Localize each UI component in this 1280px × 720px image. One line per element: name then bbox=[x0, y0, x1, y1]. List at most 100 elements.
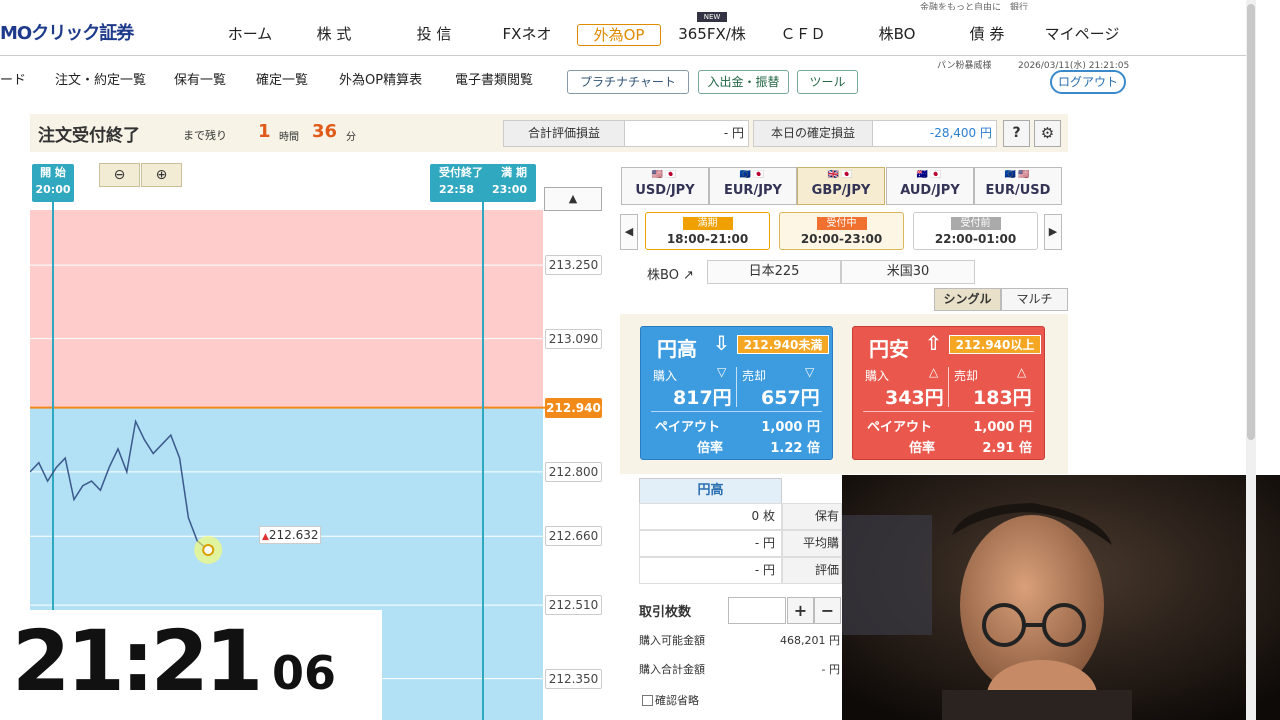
help-button[interactable]: ? bbox=[1003, 120, 1030, 147]
single-mode-button[interactable]: シングル bbox=[934, 288, 1001, 311]
expiry-label: 満 期 bbox=[501, 166, 527, 179]
up-arrow-icon: ⇧ bbox=[925, 331, 942, 355]
nav-365fx[interactable]: 365FX/株 bbox=[672, 12, 752, 56]
position-qty: 0 枚 bbox=[639, 503, 782, 530]
triangle-up-icon: △ bbox=[929, 365, 939, 379]
position-header[interactable]: 円高 bbox=[639, 478, 782, 504]
divider bbox=[736, 367, 737, 407]
webcam-overlay bbox=[842, 475, 1280, 720]
tab-gbpjpy[interactable]: 🇬🇧🇯🇵 GBP/JPY bbox=[797, 167, 885, 205]
y-tick-label: 213.250 bbox=[545, 255, 602, 276]
y-tick-label: 212.510 bbox=[545, 595, 602, 616]
nav-bonds[interactable]: 債 券 bbox=[956, 12, 1018, 56]
low-sell-price[interactable]: 183円 bbox=[973, 383, 1032, 410]
position-avg: - 円 bbox=[639, 530, 782, 557]
nav-cfd[interactable]: ＣＦＤ bbox=[772, 12, 834, 56]
total-value: - 円 bbox=[821, 663, 840, 676]
triangle-down-icon: ▽ bbox=[805, 365, 815, 379]
subnav-documents[interactable]: 電子書類閲覧 bbox=[455, 70, 533, 92]
scrollbar-thumb[interactable] bbox=[1247, 4, 1255, 440]
hours-unit: 時間 bbox=[279, 132, 299, 143]
subnav-orders[interactable]: 注文・約定一覧 bbox=[55, 70, 146, 92]
down-arrow-icon: ⇩ bbox=[713, 331, 730, 355]
nav-stocks[interactable]: 株 式 bbox=[308, 12, 360, 56]
close-expiry-marker: 受付終了 満 期 22:58 23:00 bbox=[430, 164, 536, 202]
pair-label: EUR/USD bbox=[985, 183, 1051, 198]
quantity-input[interactable] bbox=[728, 597, 786, 624]
current-price-dot bbox=[202, 544, 215, 556]
subnav-item-partial[interactable]: ード bbox=[0, 70, 26, 92]
session-upcoming[interactable]: 受付前 22:00-01:00 bbox=[913, 212, 1038, 250]
y-tick-label: 213.090 bbox=[545, 328, 602, 349]
session-expired[interactable]: 満期 18:00-21:00 bbox=[645, 212, 770, 250]
nav-stock-bo[interactable]: 株BO bbox=[866, 12, 928, 56]
position-eval: - 円 bbox=[639, 557, 782, 584]
clock-seconds: 06 bbox=[272, 646, 337, 700]
total-pl-label: 合計評価損益 bbox=[503, 120, 625, 147]
user-name: パン粉暴威様 bbox=[937, 61, 992, 71]
rate-value: 1.22 倍 bbox=[770, 441, 820, 456]
high-card[interactable]: 円高 ⇩ 212.940未満 購入 ▽ 売却 ▽ 817円 657円 ペイアウト… bbox=[640, 326, 833, 460]
platinum-chart-button[interactable]: プラチナチャート bbox=[567, 70, 689, 94]
scroll-up-button[interactable]: ▲ bbox=[544, 187, 602, 211]
sell-label: 売却 bbox=[742, 369, 767, 383]
tab-usdjpy[interactable]: 🇺🇸🇯🇵 USD/JPY bbox=[621, 167, 709, 205]
deposit-transfer-button[interactable]: 入出金・振替 bbox=[698, 70, 789, 94]
strike-price-tick: 212.940 bbox=[545, 397, 602, 418]
expiry-time: 23:00 bbox=[491, 183, 527, 196]
tab-eurjpy[interactable]: 🇪🇺🇯🇵 EUR/JPY bbox=[709, 167, 797, 205]
remaining-hours: 1 bbox=[258, 121, 271, 142]
multi-mode-button[interactable]: マルチ bbox=[1001, 288, 1068, 311]
current-price-label: ▲212.632 bbox=[259, 526, 321, 544]
zoom-out-icon[interactable]: ⊖ bbox=[99, 163, 140, 187]
minutes-unit: 分 bbox=[346, 132, 356, 143]
subnav-holdings[interactable]: 保有一覧 bbox=[174, 70, 226, 92]
skip-confirm-checkbox[interactable]: 確認省略 bbox=[642, 692, 699, 708]
session-active[interactable]: 受付中 20:00-23:00 bbox=[779, 212, 904, 250]
high-sell-price[interactable]: 657円 bbox=[761, 383, 820, 410]
logo[interactable]: MOクリック証券 bbox=[0, 12, 180, 56]
nav-fx-option[interactable]: 外為OP bbox=[577, 24, 661, 46]
y-tick-label: 212.350 bbox=[545, 668, 602, 689]
top-right-links[interactable]: 金融をもっと自由に 銀行 bbox=[920, 0, 1130, 10]
triangle-down-icon: ▽ bbox=[717, 365, 727, 379]
rate-value: 2.91 倍 bbox=[982, 441, 1032, 456]
stock-bo-link[interactable]: 株BO ↗ bbox=[647, 264, 694, 283]
zoom-in-icon[interactable]: ⊕ bbox=[141, 163, 182, 187]
tab-audjpy[interactable]: 🇦🇺🇯🇵 AUD/JPY bbox=[886, 167, 974, 205]
high-buy-price[interactable]: 817円 bbox=[673, 383, 732, 410]
pair-label: EUR/JPY bbox=[724, 183, 782, 198]
quantity-minus-button[interactable]: − bbox=[814, 597, 841, 624]
above-strike-zone bbox=[30, 210, 543, 408]
remaining-label: まで残り bbox=[183, 129, 227, 142]
session-prev-icon[interactable]: ◀ bbox=[620, 214, 638, 250]
session-time: 18:00-21:00 bbox=[666, 232, 749, 246]
market-us30[interactable]: 米国30 bbox=[841, 260, 975, 284]
session-time: 20:00-23:00 bbox=[800, 232, 883, 246]
checkbox-icon[interactable] bbox=[642, 695, 653, 706]
quantity-plus-button[interactable]: + bbox=[787, 597, 814, 624]
gear-icon[interactable]: ⚙ bbox=[1034, 120, 1061, 147]
tab-eurusd[interactable]: 🇪🇺🇺🇸 EUR/USD bbox=[974, 167, 1062, 205]
remaining-minutes: 36 bbox=[312, 121, 338, 142]
divider bbox=[651, 411, 822, 412]
nav-fxneo[interactable]: FXネオ bbox=[492, 12, 562, 56]
current-price: 212.632 bbox=[268, 528, 319, 542]
start-label: 開 始 bbox=[40, 166, 66, 179]
tools-button[interactable]: ツール bbox=[797, 70, 858, 94]
subnav-confirmed[interactable]: 確定一覧 bbox=[256, 70, 308, 92]
low-card[interactable]: 円安 ⇧ 212.940以上 購入 △ 売却 △ 343円 183円 ペイアウト… bbox=[852, 326, 1045, 460]
session-next-icon[interactable]: ▶ bbox=[1044, 214, 1062, 250]
subnav-settlement[interactable]: 外為OP精算表 bbox=[339, 70, 422, 92]
nav-home[interactable]: ホーム bbox=[218, 12, 282, 56]
nav-mypage[interactable]: マイページ bbox=[1040, 12, 1124, 56]
pair-label: GBP/JPY bbox=[811, 183, 871, 198]
nav-funds[interactable]: 投 信 bbox=[406, 12, 462, 56]
close-label: 受付終了 bbox=[439, 166, 484, 179]
rate-label: 倍率 bbox=[697, 441, 724, 456]
logout-button[interactable]: ログアウト bbox=[1050, 70, 1126, 94]
low-buy-price[interactable]: 343円 bbox=[885, 383, 944, 410]
start-time-marker: 開 始 20:00 bbox=[32, 164, 74, 202]
pair-label: AUD/JPY bbox=[900, 183, 960, 198]
market-nikkei225[interactable]: 日本225 bbox=[707, 260, 841, 284]
